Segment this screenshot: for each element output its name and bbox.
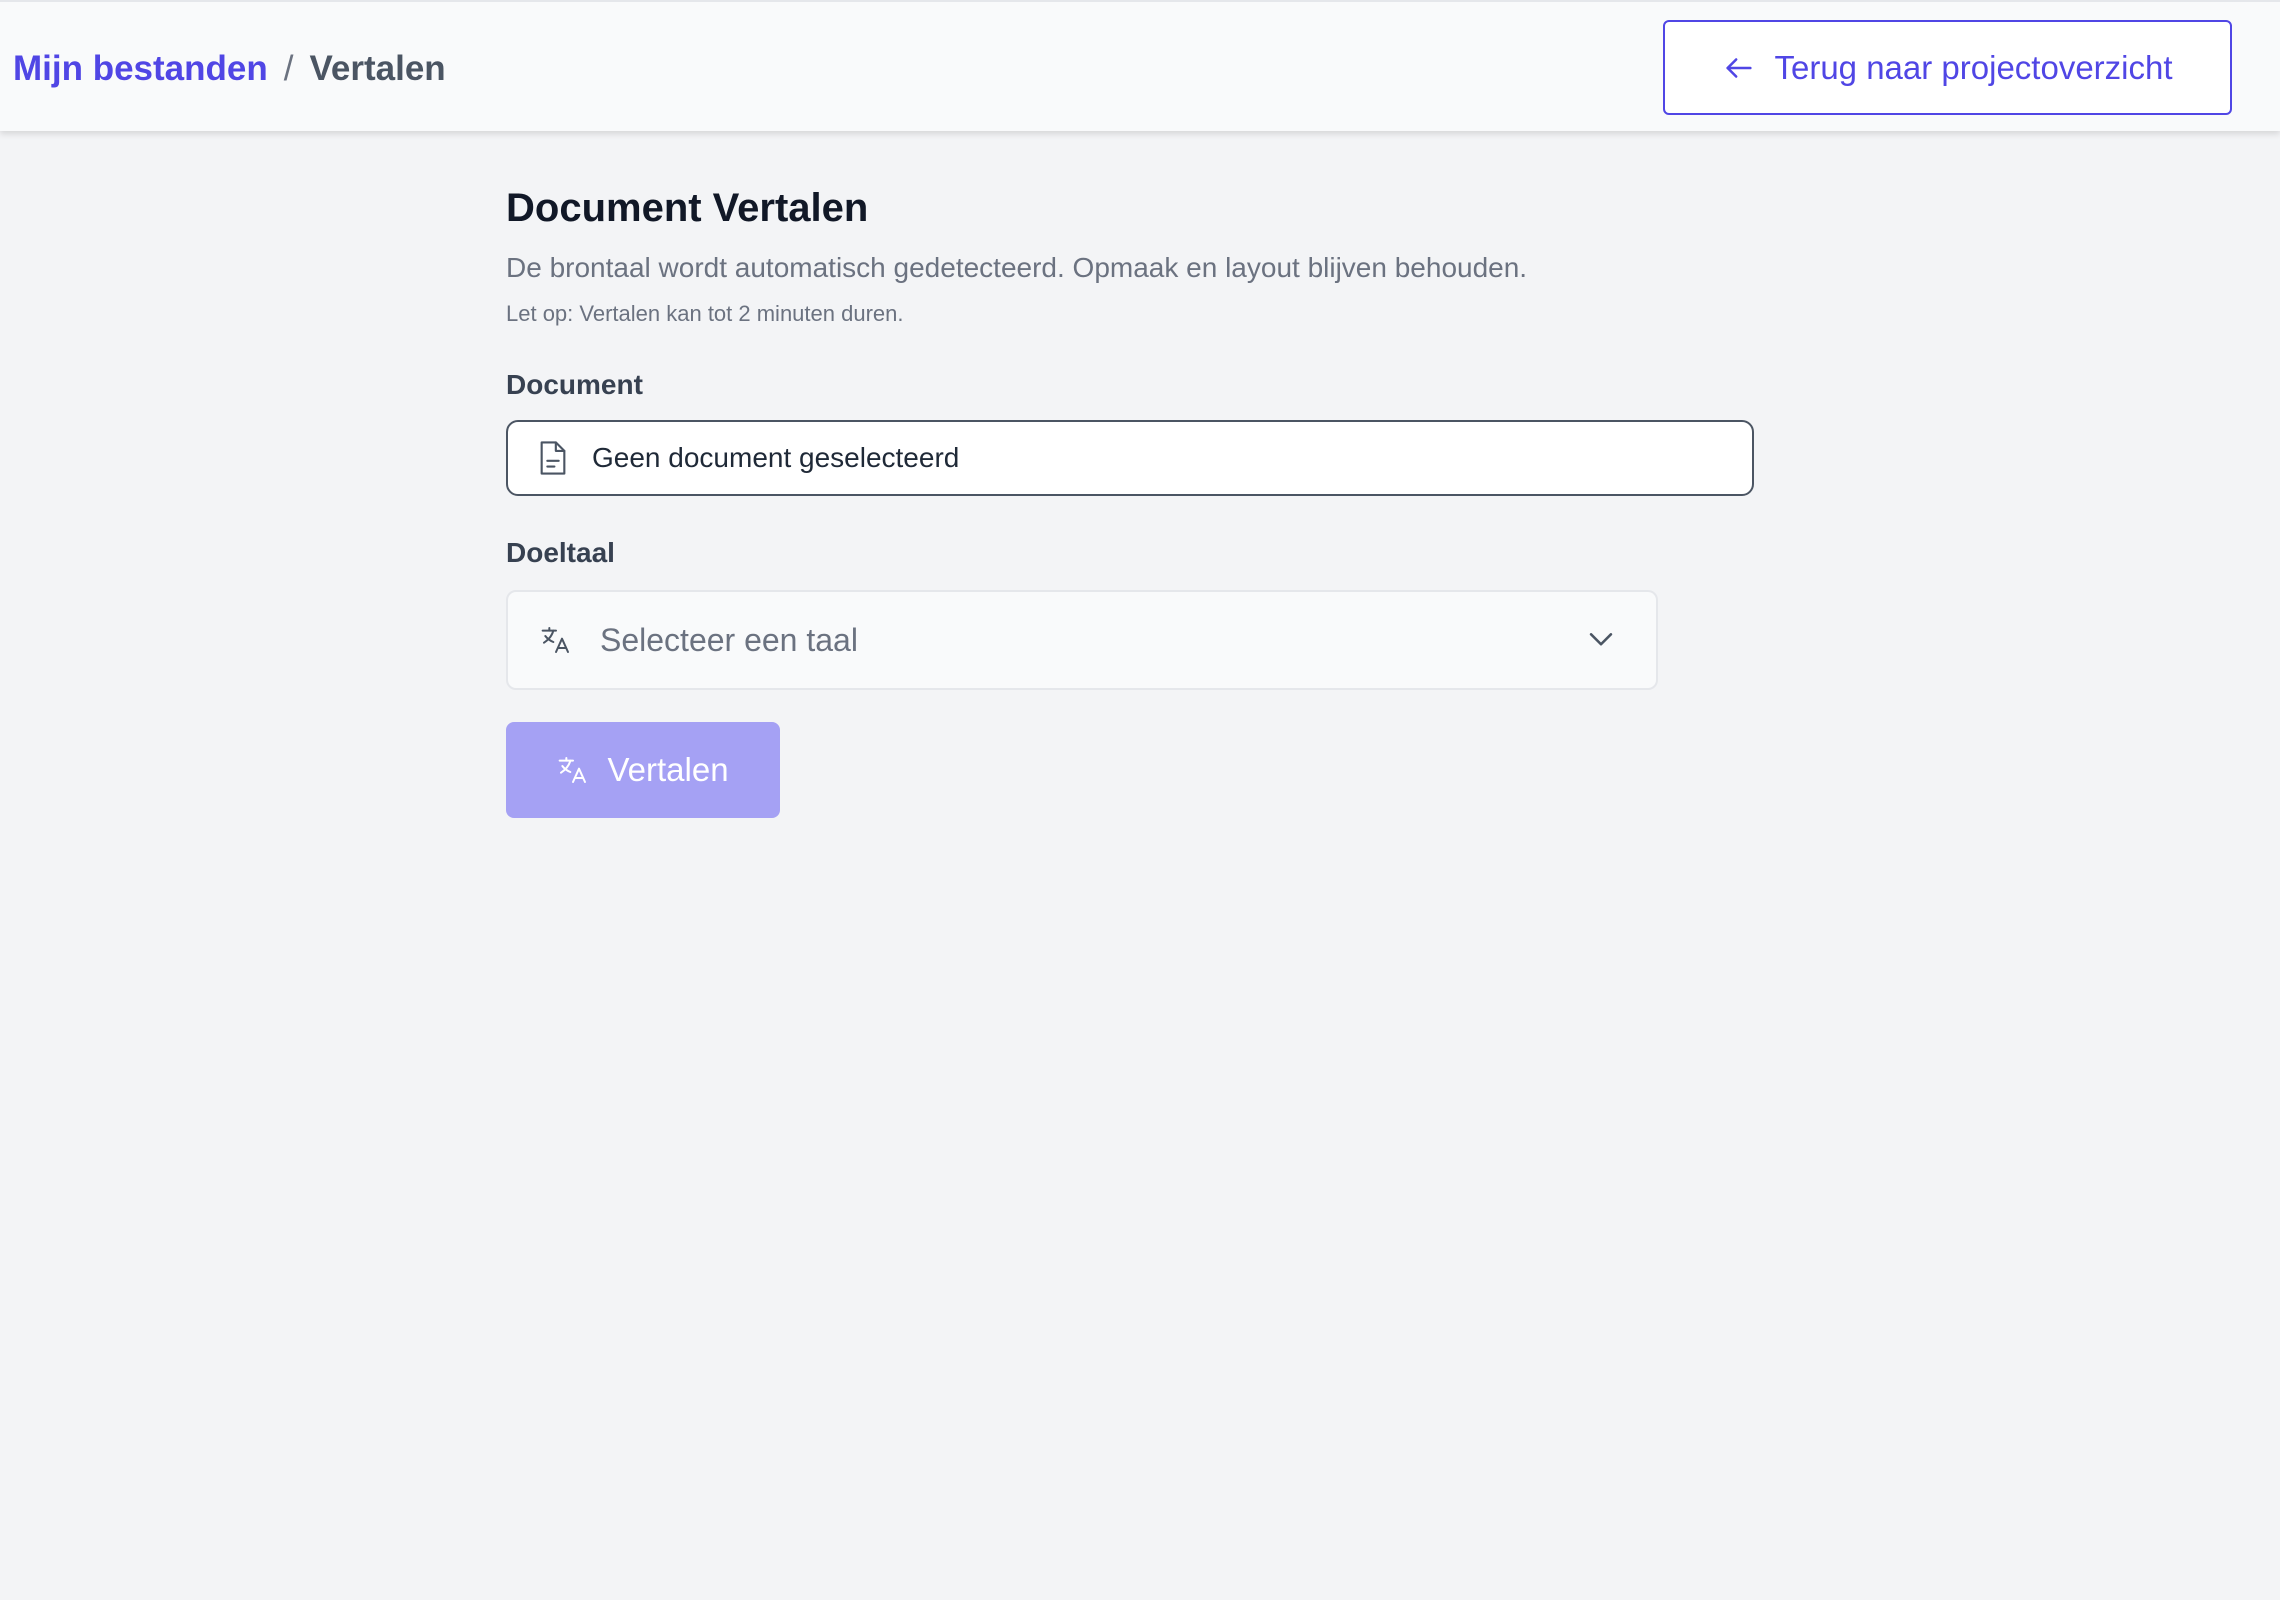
document-picker[interactable]: Geen document geselecteerd <box>506 420 1754 496</box>
back-button-label: Terug naar projectoverzicht <box>1774 48 2173 86</box>
translate-icon <box>541 627 569 653</box>
translate-button[interactable]: Vertalen <box>506 722 780 818</box>
top-bar: Mijn bestanden / Vertalen Terug naar pro… <box>0 0 2280 131</box>
file-icon <box>540 441 566 475</box>
page-title: Document Vertalen <box>506 186 869 230</box>
chevron-down-icon <box>1589 633 1613 646</box>
breadcrumb-separator: / <box>283 49 294 88</box>
document-value: Geen document geselecteerd <box>592 442 960 473</box>
target-language-select[interactable]: Selecteer een taal <box>506 590 1658 690</box>
target-language-label: Doeltaal <box>506 537 615 568</box>
translate-form: Document Vertalen De brontaal wordt auto… <box>506 180 1756 818</box>
document-label: Document <box>506 369 643 400</box>
target-language-placeholder: Selecteer een taal <box>600 621 858 658</box>
duration-note: Let op: Vertalen kan tot 2 minuten duren… <box>506 301 904 326</box>
translate-icon <box>559 757 587 783</box>
back-to-project-overview-button[interactable]: Terug naar projectoverzicht <box>1663 20 2232 115</box>
translate-button-label: Vertalen <box>607 751 729 788</box>
page-subtitle: De brontaal wordt automatisch gedetectee… <box>506 252 1528 283</box>
breadcrumb: Mijn bestanden / Vertalen <box>13 46 446 92</box>
breadcrumb-current: Vertalen <box>309 49 446 88</box>
arrow-left-icon <box>1726 57 1753 78</box>
breadcrumb-link-mijn-bestanden[interactable]: Mijn bestanden <box>13 46 268 92</box>
